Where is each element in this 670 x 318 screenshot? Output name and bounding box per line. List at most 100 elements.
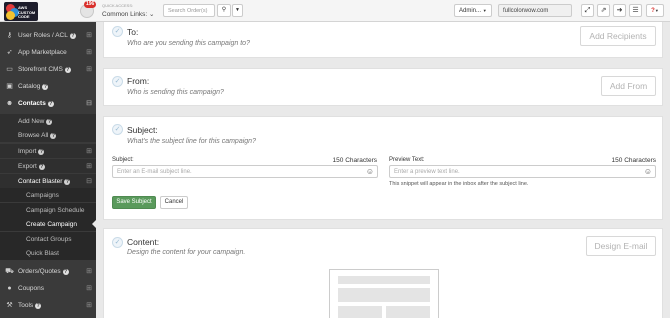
site-field[interactable]: fullcolorwow.com <box>498 4 572 17</box>
logo-swatch-yellow <box>6 11 15 20</box>
order-search-input[interactable]: Search Order(s) <box>163 4 215 17</box>
sidebar-item-label: Tools <box>18 302 34 309</box>
sidebar-subitem-label: Campaign Schedule <box>26 207 85 214</box>
external-link-button[interactable]: ⇗ <box>597 4 610 17</box>
add-from-button[interactable]: Add From <box>601 76 656 96</box>
check-icon: ✓ <box>112 76 123 87</box>
sidebar-subitem-add-new[interactable]: Add New? <box>0 114 96 128</box>
caret-down-icon: ▼ <box>482 8 487 13</box>
sidebar-item-orders-quotes[interactable]: ⛟ Orders/Quotes? ⊞ <box>0 263 96 280</box>
collapse-icon[interactable]: ⊟ <box>86 99 92 107</box>
expand-icon[interactable]: ⊞ <box>86 162 92 170</box>
search-icon: ⚲ <box>221 7 227 13</box>
sidebar-item-app-marketplace[interactable]: ➶ App Marketplace ⊞ <box>0 44 96 61</box>
help-icon: ? <box>42 84 49 90</box>
thumbnail-column-block <box>338 306 382 318</box>
add-recipients-button[interactable]: Add Recipients <box>580 26 656 46</box>
subject-subtitle: What's the subject line for this campaig… <box>127 138 256 145</box>
help-icon: ? <box>64 67 71 73</box>
wrench-icon: ⚒ <box>6 302 13 309</box>
caret-down-icon: ▼ <box>654 8 659 13</box>
sidebar-item-label: Orders/Quotes <box>18 268 61 275</box>
sidebar-subitem-quick-blast[interactable]: Quick Blast <box>0 246 96 260</box>
sidebar-subitem-label: Create Campaign <box>26 221 77 228</box>
sidebar-subitem-browse-all[interactable]: Browse All? <box>0 128 96 142</box>
help-icon: ? <box>38 164 45 170</box>
email-preview-thumbnail[interactable] <box>329 269 439 318</box>
expand-icon: ⤢ <box>584 7 591 14</box>
sidebar-item-user-roles[interactable]: ⚷ User Roles / ACL? ⊞ <box>0 27 96 44</box>
preview-placeholder: Enter a preview text line. <box>394 169 460 175</box>
expand-icon[interactable]: ⊞ <box>86 48 92 56</box>
check-icon: ✓ <box>112 124 123 135</box>
expand-icon[interactable]: ⊞ <box>86 31 92 39</box>
sidebar-item-catalog[interactable]: ▣ Catalog? <box>0 78 96 95</box>
expand-icon[interactable]: ⊞ <box>86 147 92 155</box>
to-section: ✓ To: Who are you sending this campaign … <box>103 22 663 58</box>
sidebar-subitem-campaign-schedule[interactable]: Campaign Schedule <box>0 203 96 217</box>
sidebar-subitem-label: Browse All <box>18 132 49 139</box>
sidebar-subitem-import[interactable]: Import? ⊞ <box>0 144 96 158</box>
check-icon: ✓ <box>112 26 123 37</box>
collapse-icon[interactable]: ⊟ <box>86 177 92 185</box>
notifications-button[interactable]: 196 <box>80 1 97 18</box>
logo-text: AWS CUSTOM CODE <box>18 5 35 20</box>
sidebar-subitem-campaigns[interactable]: Campaigns <box>0 188 96 202</box>
sidebar-subitem-create-campaign[interactable]: Create Campaign <box>0 217 96 231</box>
sidebar: ⚷ User Roles / ACL? ⊞ ➶ App Marketplace … <box>0 22 96 318</box>
coin-icon: ● <box>7 285 12 292</box>
sidebar-subitem-label: Contact Blaster <box>18 178 63 185</box>
expand-icon[interactable]: ⊞ <box>86 284 92 292</box>
preview-text-input[interactable]: Enter a preview text line. ☺ <box>389 165 656 178</box>
content-section: ✓ Content: Design the content for your c… <box>103 228 663 318</box>
help-dropdown[interactable]: ?▼ <box>646 4 664 17</box>
sidebar-subitem-label: Contact Groups <box>26 236 72 243</box>
sign-out-icon: ➜ <box>616 7 623 14</box>
from-section: ✓ From: Who is sending this campaign? Ad… <box>103 68 663 106</box>
notification-badge: 196 <box>84 1 97 8</box>
expand-icon[interactable]: ⊞ <box>86 267 92 275</box>
sidebar-item-tools[interactable]: ⚒ Tools? ⊞ <box>0 297 96 314</box>
sidebar-subitem-label: Export <box>18 163 37 170</box>
content-title: Content: <box>127 237 160 247</box>
sidebar-item-contacts[interactable]: ☻ Contacts? ⊟ <box>0 95 96 112</box>
sidebar-subitem-label: Campaigns <box>26 192 59 199</box>
help-icon: ? <box>46 119 53 125</box>
emoji-icon[interactable]: ☺ <box>644 167 652 176</box>
preview-hint: This snippet will appear in the inbox af… <box>389 181 529 187</box>
sidebar-item-coupons[interactable]: ● Coupons ⊞ <box>0 280 96 297</box>
logout-button[interactable]: ➜ <box>613 4 626 17</box>
design-email-button[interactable]: Design E-mail <box>586 236 656 256</box>
admin-dropdown[interactable]: Admin... ▼ <box>454 4 492 17</box>
sidebar-item-label: Coupons <box>18 285 45 292</box>
expand-icon[interactable]: ⊞ <box>86 65 92 73</box>
search-button[interactable]: ⚲ <box>217 4 231 17</box>
external-link-icon: ⇗ <box>600 7 607 14</box>
cart-icon: ⛟ <box>5 268 14 275</box>
sidebar-subitem-contact-blaster[interactable]: Contact Blaster? ⊟ <box>0 174 96 188</box>
sidebar-subitem-contact-groups[interactable]: Contact Groups <box>0 232 96 246</box>
hamburger-icon: ☰ <box>632 7 639 14</box>
subject-input[interactable]: Enter an E-mail subject line. ☺ <box>112 165 378 178</box>
emoji-icon[interactable]: ☺ <box>366 167 374 176</box>
help-icon: ? <box>50 133 57 139</box>
from-subtitle: Who is sending this campaign? <box>127 89 224 96</box>
sidebar-subitem-export[interactable]: Export? ⊞ <box>0 159 96 173</box>
expand-icon[interactable]: ⊞ <box>86 301 92 309</box>
thumbnail-header-block <box>338 276 430 284</box>
sidebar-item-label: Storefront CMS <box>18 66 63 73</box>
logo[interactable]: AWS CUSTOM CODE <box>4 2 38 21</box>
help-icon: ? <box>47 101 54 107</box>
sidebar-item-storefront-cms[interactable]: ▭ Storefront CMS? ⊞ <box>0 61 96 78</box>
to-subtitle: Who are you sending this campaign to? <box>127 40 250 47</box>
cancel-button[interactable]: Cancel <box>160 196 188 209</box>
search-options-button[interactable]: ▼ <box>232 4 243 17</box>
help-icon: ? <box>62 269 69 275</box>
key-icon: ⚷ <box>6 32 13 39</box>
menu-button[interactable]: ☰ <box>629 4 642 17</box>
fullscreen-button[interactable]: ⤢ <box>581 4 594 17</box>
common-links-dropdown[interactable]: Common Links: ⌄ <box>102 10 154 18</box>
chevron-down-icon: ⌄ <box>148 11 155 18</box>
caret-down-icon: ▼ <box>235 7 240 13</box>
save-subject-button[interactable]: Save Subject <box>112 196 156 209</box>
